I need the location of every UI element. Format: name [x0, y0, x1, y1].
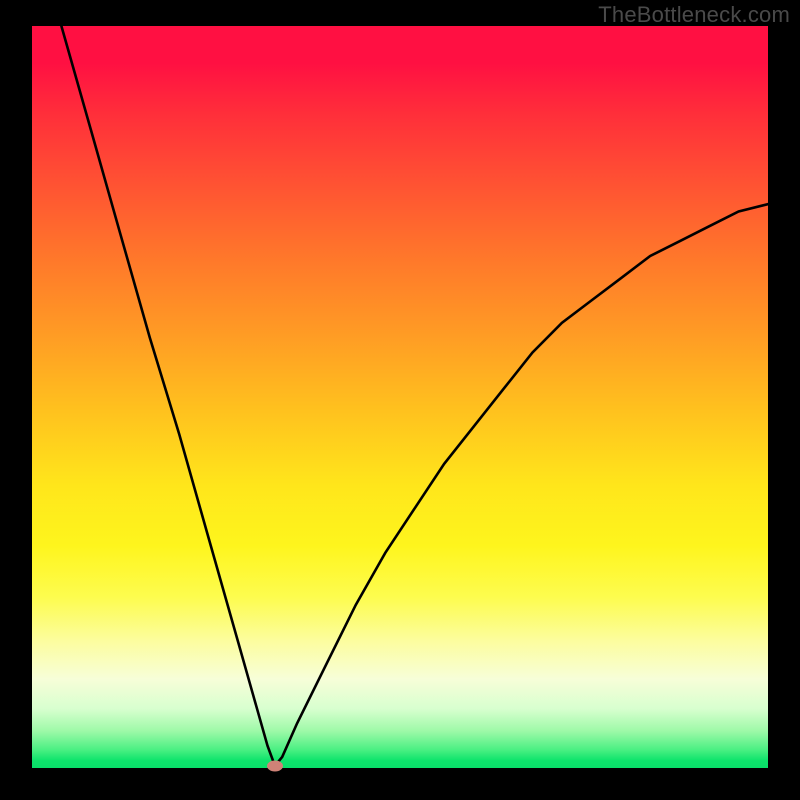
- watermark-text: TheBottleneck.com: [598, 2, 790, 28]
- curve-line: [32, 26, 768, 768]
- plot-area: [32, 26, 768, 768]
- min-marker: [267, 760, 283, 771]
- chart-frame: TheBottleneck.com: [0, 0, 800, 800]
